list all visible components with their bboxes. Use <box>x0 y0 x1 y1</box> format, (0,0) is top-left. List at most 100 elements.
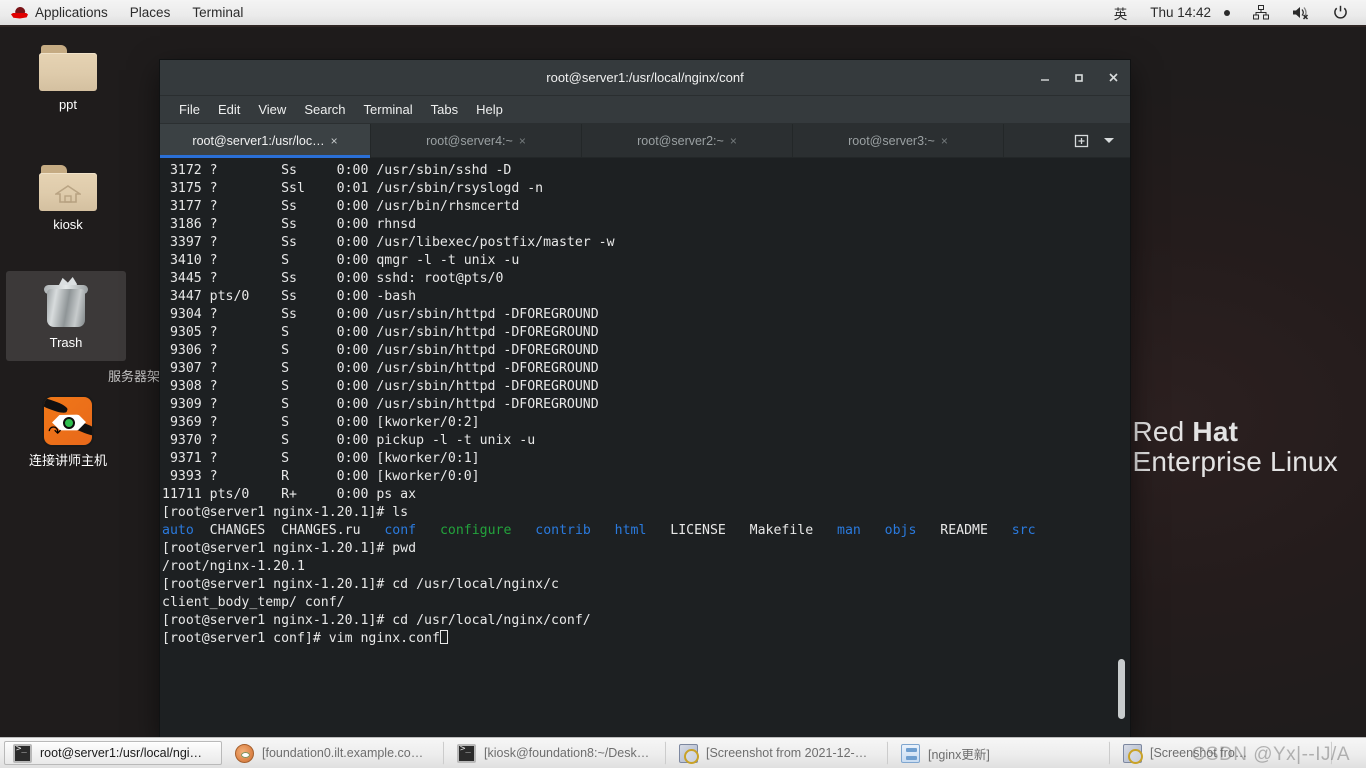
desktop-icon-label: kiosk <box>53 217 83 232</box>
volume-muted-icon[interactable] <box>1282 0 1320 25</box>
taskbar-item-screenshot-1[interactable]: [Screenshot from 2021-12-… <box>670 741 888 765</box>
folder-icon <box>39 45 97 91</box>
terminal-line: [root@server1 conf]# vim nginx.conf <box>162 630 1130 648</box>
terminal-line: 9304 ? Ss 0:00 /usr/sbin/httpd -DFOREGRO… <box>162 307 599 322</box>
terminal-line: 3447 pts/0 Ss 0:00 -bash <box>162 289 417 304</box>
desktop-icon-trash[interactable]: Trash <box>6 271 126 361</box>
taskbar-item-foundation0-vnc[interactable]: [foundation0.ilt.example.co… <box>226 741 444 765</box>
applications-menu-label: Applications <box>35 5 108 20</box>
desktop-icon-ppt[interactable]: ppt <box>8 45 128 113</box>
terminal-screen[interactable]: 3172 ? Ss 0:00 /usr/sbin/sshd -D 3175 ? … <box>160 158 1130 737</box>
trash-icon <box>38 277 94 329</box>
taskbar-item-kiosk-terminal[interactable]: [kiosk@foundation8:~/Desk… <box>448 741 666 765</box>
tab-close-icon[interactable]: × <box>331 134 338 148</box>
brand-line1-bold: Hat <box>1192 416 1239 447</box>
terminal-line: 3177 ? Ss 0:00 /usr/bin/rhsmcertd <box>162 199 520 214</box>
ls-entry: README <box>940 523 988 538</box>
ls-entry: CHANGES <box>209 523 266 538</box>
brand-line2: Enterprise Linux <box>1132 446 1338 478</box>
network-icon[interactable] <box>1243 0 1279 25</box>
close-button[interactable] <box>1096 60 1130 96</box>
chevron-down-icon[interactable] <box>1096 128 1122 154</box>
document-icon <box>901 743 920 763</box>
terminal-app-menu[interactable]: Terminal <box>181 0 254 25</box>
folder-body <box>39 53 97 91</box>
taskbar-item-label: [Screenshot from 2021-12-… <box>706 746 868 760</box>
terminal-line: 3175 ? Ssl 0:01 /usr/sbin/rsyslogd -n <box>162 181 544 196</box>
input-method-label: 英 <box>1113 6 1128 22</box>
tab-server2[interactable]: root@server2:~ × <box>582 124 793 157</box>
tiger-pupil <box>63 417 75 429</box>
ls-entry: objs <box>884 523 917 538</box>
taskbar-item-label: [foundation0.ilt.example.co… <box>262 746 424 760</box>
desktop-icon-connect-instructor-host[interactable]: 连接讲师主机 <box>8 395 128 469</box>
taskbar-item-label: [kiosk@foundation8:~/Desk… <box>484 746 650 760</box>
tab-close-icon[interactable]: × <box>941 134 948 148</box>
ls-entry: configure <box>439 523 512 538</box>
ls-entry: contrib <box>535 523 591 538</box>
tab-label: root@server4:~ <box>426 133 513 148</box>
desktop-icon-kiosk[interactable]: kiosk <box>8 165 128 233</box>
tab-server3[interactable]: root@server3:~ × <box>793 124 1004 157</box>
tab-label: root@server3:~ <box>848 133 935 148</box>
input-method-indicator[interactable]: 英 <box>1104 0 1138 25</box>
terminal-app-menu-label: Terminal <box>192 5 244 20</box>
terminal-line: auto CHANGES CHANGES.ru conf configure c… <box>162 522 1130 540</box>
terminal-line: client_body_temp/ conf/ <box>162 595 345 610</box>
notification-dot-icon <box>1224 9 1230 16</box>
text-cursor <box>439 630 448 644</box>
places-menu[interactable]: Places <box>119 0 182 25</box>
terminal-output: 3172 ? Ss 0:00 /usr/sbin/sshd -D 3175 ? … <box>162 162 1130 648</box>
desktop-icon-label: ppt <box>58 97 78 112</box>
terminal-line: 9370 ? S 0:00 pickup -l -t unix -u <box>162 433 536 448</box>
redhat-fedora-icon <box>11 5 28 19</box>
scrollbar-thumb[interactable] <box>1118 659 1125 719</box>
clock[interactable]: Thu 14:42 <box>1140 0 1240 25</box>
ls-entry: LICENSE <box>670 523 726 538</box>
menu-search[interactable]: Search <box>295 96 354 124</box>
menu-terminal[interactable]: Terminal <box>355 96 422 124</box>
terminal-icon <box>457 743 476 763</box>
applications-menu[interactable]: Applications <box>0 0 119 25</box>
terminal-tabbar: root@server1:/usr/loc… × root@server4:~ … <box>160 124 1130 158</box>
ls-entry: man <box>837 523 861 538</box>
menu-tabs-label: Tabs <box>430 102 459 117</box>
tab-label: root@server1:/usr/loc… <box>192 133 325 148</box>
terminal-line: [root@server1 nginx-1.20.1]# cd /usr/loc… <box>162 613 591 628</box>
vnc-icon <box>235 743 254 763</box>
desktop-icon-label: Trash <box>49 335 83 350</box>
clock-label: Thu 14:42 <box>1150 5 1211 20</box>
maximize-button[interactable] <box>1062 60 1096 96</box>
tab-close-icon[interactable]: × <box>730 134 737 148</box>
terminal-scrollbar[interactable] <box>1116 158 1127 737</box>
menu-help-label: Help <box>476 102 503 117</box>
terminal-line: 9307 ? S 0:00 /usr/sbin/httpd -DFOREGROU… <box>162 361 599 376</box>
terminal-titlebar[interactable]: root@server1:/usr/local/nginx/conf <box>160 60 1130 96</box>
terminal-icon <box>13 743 32 763</box>
menu-view[interactable]: View <box>249 96 295 124</box>
taskbar-item-label: [Screenshot fro… <box>1150 746 1248 760</box>
tab-label: root@server2:~ <box>637 133 724 148</box>
home-glyph-icon <box>55 185 81 203</box>
terminal-line: 3397 ? Ss 0:00 /usr/libexec/postfix/mast… <box>162 235 615 250</box>
menu-help[interactable]: Help <box>467 96 512 124</box>
shortcut-arrow-icon: ↷ <box>48 424 62 441</box>
tab-server1[interactable]: root@server1:/usr/loc… × <box>160 124 371 158</box>
taskbar-item-screenshot-2[interactable]: [Screenshot fro… <box>1114 741 1332 765</box>
taskbar-item-nginx-doc[interactable]: [nginx更新] <box>892 741 1110 765</box>
minimize-button[interactable] <box>1028 60 1062 96</box>
menu-search-label: Search <box>304 102 346 117</box>
power-icon[interactable] <box>1323 0 1358 25</box>
taskbar-item-terminal-server1[interactable]: root@server1:/usr/local/ngi… <box>4 741 222 765</box>
terminal-window[interactable]: root@server1:/usr/local/nginx/conf File … <box>160 60 1130 737</box>
ls-entry: conf <box>384 523 417 538</box>
tab-close-icon[interactable]: × <box>519 134 526 148</box>
terminal-line: 3410 ? S 0:00 qmgr -l -t unix -u <box>162 253 520 268</box>
menu-tabs[interactable]: Tabs <box>422 96 467 124</box>
new-tab-icon[interactable] <box>1068 128 1094 154</box>
terminal-line: 3186 ? Ss 0:00 rhnsd <box>162 217 417 232</box>
tab-server4[interactable]: root@server4:~ × <box>371 124 582 157</box>
menu-file[interactable]: File <box>170 96 209 124</box>
terminal-line: 9369 ? S 0:00 [kworker/0:2] <box>162 415 480 430</box>
menu-edit[interactable]: Edit <box>209 96 249 124</box>
